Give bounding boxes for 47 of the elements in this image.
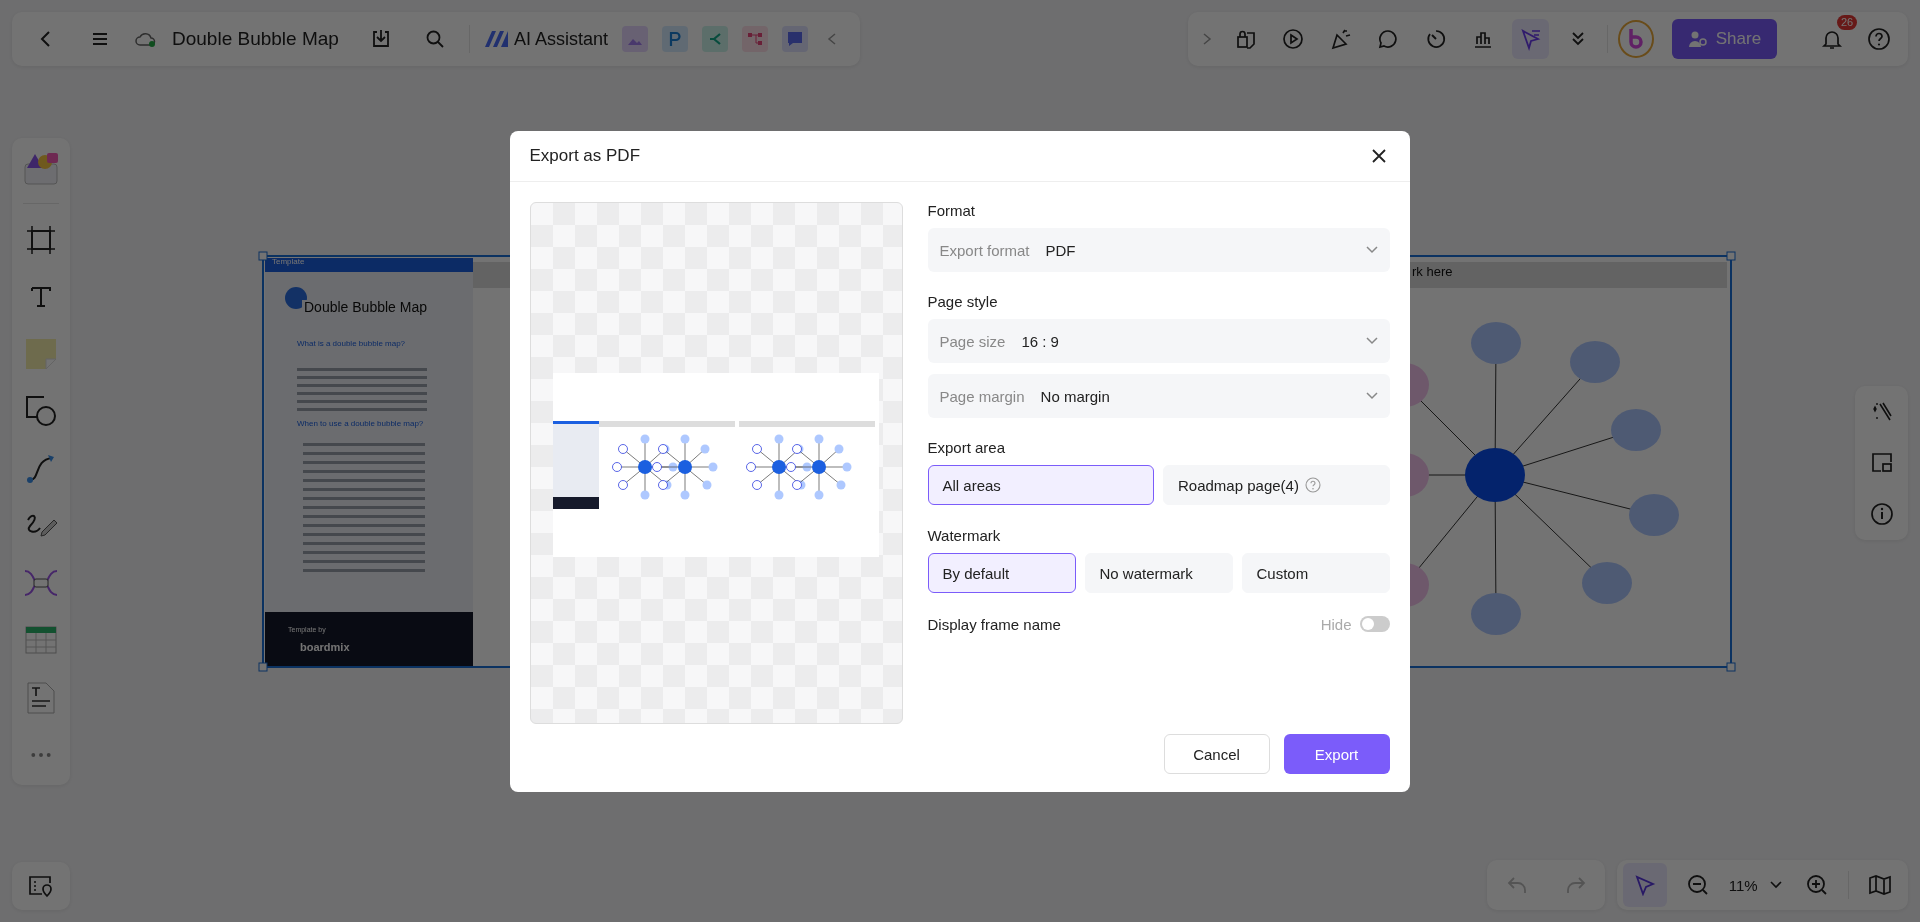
cloud-icon — [134, 30, 158, 48]
mind-map-icon[interactable] — [701, 26, 728, 52]
notification-count: 26 — [1836, 15, 1858, 31]
zoom-level[interactable]: 11% — [1728, 876, 1758, 894]
resize-handle[interactable] — [258, 251, 268, 261]
document-title[interactable]: Double Bubble Map — [172, 28, 339, 50]
dialog-title: Export as PDF — [529, 146, 641, 166]
export-button[interactable]: Export — [1283, 734, 1390, 774]
dropdown-field[interactable]: Export format PDF — [927, 228, 1390, 272]
resize-handle[interactable] — [258, 662, 268, 672]
section-heading: What is a double bubble map? — [297, 340, 406, 349]
dropdown-field[interactable]: Page size 16 : 9 — [927, 319, 1390, 363]
option-button[interactable]: By default — [927, 553, 1076, 593]
option-button[interactable]: Roadmap page(4) — [1163, 465, 1390, 505]
section-title: Page style — [927, 293, 999, 310]
ai-logo-icon — [483, 30, 510, 48]
option-button[interactable]: No watermark — [1084, 553, 1233, 593]
laser-pointer-icon[interactable] — [1511, 19, 1550, 59]
option-button[interactable]: Custom — [1241, 553, 1390, 593]
select-pointer-icon[interactable] — [1623, 863, 1667, 907]
cancel-button[interactable]: Cancel — [1163, 734, 1270, 774]
option-button[interactable]: All areas — [927, 465, 1154, 505]
section-title: Format — [927, 202, 976, 219]
chevron-down-icon — [1365, 392, 1378, 400]
image-icon[interactable] — [621, 26, 648, 52]
frame-title: rk here — [1412, 265, 1453, 280]
chevron-down-icon — [1365, 337, 1378, 345]
ai-assistant-button[interactable]: AI Assistant — [483, 21, 608, 57]
resize-handle[interactable] — [1726, 251, 1736, 261]
chat-icon[interactable] — [781, 26, 808, 52]
avatar[interactable] — [1617, 20, 1654, 58]
section-title: Export area — [927, 439, 1007, 456]
section-title: Watermark — [927, 527, 1002, 544]
frame-label: Template — [272, 258, 305, 267]
document-title: Double Bubble Map — [302, 300, 429, 316]
section-title: Display frame name — [927, 615, 1062, 633]
section-heading: When to use a double bubble map? — [297, 420, 424, 429]
dropdown-field[interactable]: Page margin No margin — [927, 374, 1390, 418]
chevron-down-icon — [1365, 246, 1378, 254]
resize-handle[interactable] — [1726, 662, 1736, 672]
user-add-icon — [1687, 30, 1708, 48]
toggle-switch[interactable] — [1359, 616, 1390, 632]
help-icon[interactable] — [1304, 477, 1321, 493]
letter-p-icon[interactable] — [661, 26, 688, 52]
flowchart-icon[interactable] — [741, 26, 768, 52]
toggle-state-label: Hide — [1320, 615, 1352, 633]
brand-name: boardmix — [300, 641, 350, 654]
